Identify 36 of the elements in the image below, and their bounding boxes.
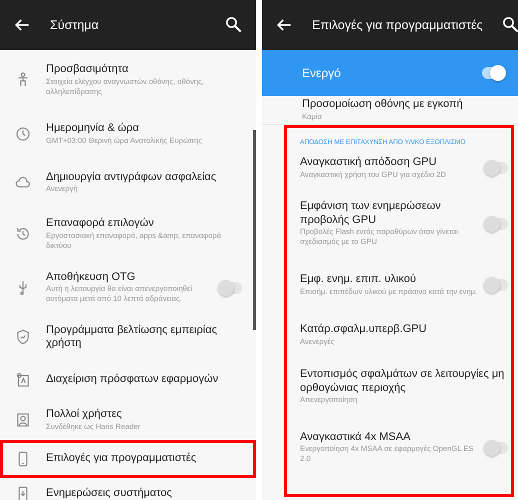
screen-title: Σύστημα [50, 18, 100, 32]
item-title: Αποθήκευση OTG [46, 270, 136, 284]
settings-item[interactable]: Διαχείριση πρόσφατων εφαρμογών [0, 360, 256, 400]
item-title: Εντοπισμός σφαλμάτων σε λειτουργίες μη ορθογώνιας περιοχής [300, 368, 506, 395]
screen-title: Επιλογές για προγραμματιστές [312, 18, 483, 32]
settings-item[interactable]: Επιλογές για προγραμματιστές [0, 440, 256, 478]
item-title: Επαναφορά επιλογών [46, 217, 155, 231]
item-title: Διαχείριση πρόσφατων εφαρμογών [46, 373, 220, 387]
settings-icon [14, 371, 32, 389]
settings-icon [14, 411, 32, 429]
item-title: Προγράμματα βελτίωσης εμπειρίας χρήστη [46, 324, 218, 350]
item-title: Ενημερώσεις συστήματος [46, 487, 173, 500]
item-title: Προσβασιμότητα [46, 63, 130, 77]
item-title: Εμφάνιση των ενημερώσεων προβολής GPU [300, 200, 442, 227]
settings-icon [14, 328, 32, 346]
item-title: Πολλοί χρήστες [46, 408, 123, 422]
item-title: Κατάρ.σφαλμ.υπερβ.GPU [300, 323, 428, 337]
search-icon[interactable] [224, 15, 244, 35]
toggle-switch[interactable] [486, 279, 508, 291]
toggle-switch[interactable] [482, 67, 504, 79]
item-title: Αναγκαστικά 4x MSAA [300, 430, 412, 444]
item-title: Ημερομηνία & ώρα [46, 122, 140, 136]
item-title: Προσομοίωση οθόνης με εγκοπή [302, 98, 464, 112]
switch-label: Ενεργό [302, 66, 342, 80]
item-title: Εμφ. ενημ. επιπ. υλικού [300, 273, 417, 287]
item-title: Αναγκαστική απόδοση GPU [300, 156, 438, 170]
toggle-switch[interactable] [486, 218, 508, 230]
item-title: Επιλογές για προγραμματιστές [46, 452, 198, 466]
toggle-switch[interactable] [486, 442, 508, 454]
search-icon[interactable] [500, 15, 518, 35]
item-title: Δημιουργία αντιγράφων ασφαλείας [46, 170, 218, 184]
toggle-switch[interactable] [220, 282, 242, 294]
settings-icon [14, 125, 32, 143]
toggle-switch[interactable] [486, 162, 508, 174]
settings-item[interactable]: Προγράμματα βελτίωσης εμπειρίας χρήστη [0, 314, 256, 360]
settings-item[interactable]: Ενημερώσεις συστήματος [0, 478, 256, 500]
